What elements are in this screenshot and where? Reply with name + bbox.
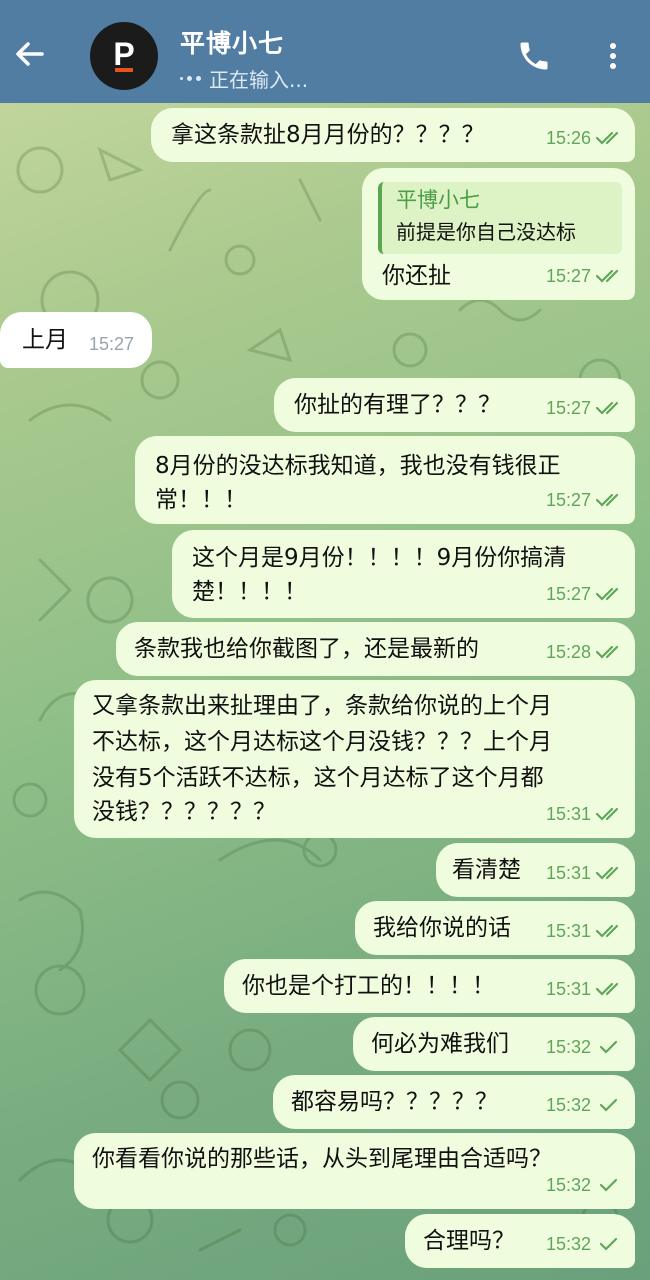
typing-status: 正在输入... (180, 64, 308, 93)
message-bubble[interactable]: 看清楚 15:31 (436, 843, 635, 897)
message-bubble[interactable]: 拿这条款扯8月月份的？？？？ 15:26 (151, 108, 635, 162)
reply-quote-text: 前提是你自己没达标 (396, 220, 576, 244)
message-text: 条款我也给你截图了，还是最新的 (134, 636, 479, 662)
single-check-icon (599, 1040, 618, 1054)
message-text: 我给你说的话 (373, 915, 511, 941)
arrow-left-icon[interactable] (12, 36, 48, 72)
single-check-icon (599, 1178, 618, 1192)
message-bubble[interactable]: 你也是个打工的！！！！ 15:31 (224, 959, 635, 1013)
message-time: 15:31 (545, 804, 591, 824)
message-time: 15:27 (545, 584, 591, 604)
double-check-icon (595, 866, 619, 880)
message-text: 上月 (22, 327, 68, 353)
reply-quote-name: 平博小七 (396, 188, 480, 212)
message-bubble[interactable]: 我给你说的话 15:31 (355, 901, 635, 955)
message-time: 15:32 (545, 1037, 591, 1057)
typing-status-text: 正在输入... (209, 68, 309, 92)
message-time: 15:32 (545, 1175, 591, 1195)
message-text-line: 没有5个活跃不达标，这个月达标了这个月都 (92, 765, 544, 791)
contact-name: 平博小七 (180, 29, 285, 58)
message-text: 你看看你说的那些话，从头到尾理由合适吗？ (92, 1146, 552, 1172)
message-time: 15:26 (545, 128, 591, 148)
message-bubble[interactable]: 8月份的没达标我知道，我也没有钱很正 常！！！ 15:27 (135, 436, 635, 524)
more-vertical-icon[interactable] (598, 38, 628, 74)
message-bubble[interactable]: 你看看你说的那些话，从头到尾理由合适吗？ 15:32 (74, 1133, 635, 1209)
message-time: 15:27 (88, 334, 134, 354)
message-time: 15:32 (545, 1095, 591, 1115)
message-text-line: 又拿条款出来扯理由了，条款给你说的上个月 (92, 693, 552, 719)
avatar-letter: P (113, 36, 134, 72)
message-text: 看清楚 (452, 857, 521, 883)
single-check-icon (599, 1098, 618, 1112)
message-text-line: 楚！！！！ (192, 579, 307, 605)
double-check-icon (595, 807, 619, 821)
phone-icon[interactable] (516, 38, 552, 74)
message-time: 15:31 (545, 979, 591, 999)
double-check-icon (595, 924, 619, 938)
double-check-icon (595, 982, 619, 996)
chat-header: P 平博小七 正在输入... (0, 0, 650, 103)
message-text: 都容易吗？？？？？ (291, 1089, 498, 1115)
message-time: 15:27 (545, 398, 591, 418)
message-text: 合理吗？ (423, 1228, 515, 1254)
message-bubble[interactable]: 都容易吗？？？？？ 15:32 (273, 1075, 635, 1129)
message-text-line: 不达标，这个月达标这个月没钱？？？上个月 (92, 729, 552, 755)
message-time: 15:27 (545, 490, 591, 510)
message-text: 你扯的有理了？？？ (294, 392, 501, 418)
double-check-icon (595, 493, 619, 507)
message-time: 15:31 (545, 863, 591, 883)
message-bubble[interactable]: 合理吗？ 15:32 (405, 1214, 635, 1268)
double-check-icon (595, 269, 619, 283)
double-check-icon (595, 401, 619, 415)
message-bubble[interactable]: 又拿条款出来扯理由了，条款给你说的上个月 不达标，这个月达标这个月没钱？？？上个… (74, 680, 635, 838)
message-text-line: 8月份的没达标我知道，我也没有钱很正 (155, 453, 561, 479)
message-bubble[interactable]: 何必为难我们 15:32 (353, 1017, 635, 1071)
message-bubble[interactable]: 这个月是9月份！！！！9月份你搞清 楚！！！！ 15:27 (172, 530, 635, 618)
message-text: 你还扯 (382, 263, 451, 289)
message-text-line: 常！！！ (155, 487, 247, 513)
double-check-icon (595, 131, 619, 145)
message-time: 15:27 (545, 266, 591, 286)
message-time: 15:31 (545, 921, 591, 941)
single-check-icon (599, 1237, 618, 1251)
typing-dots-icon (180, 76, 201, 81)
message-text-line: 没钱？？？？？？ (92, 799, 276, 825)
message-bubble[interactable]: 条款我也给你截图了，还是最新的 15:28 (116, 622, 635, 676)
message-text: 你也是个打工的！！！！ (242, 973, 495, 999)
reply-quote[interactable]: 平博小七 前提是你自己没达标 (378, 182, 622, 254)
double-check-icon (595, 587, 619, 601)
message-bubble[interactable]: 你扯的有理了？？？ 15:27 (274, 378, 635, 432)
message-text: 何必为难我们 (371, 1031, 509, 1057)
message-time: 15:28 (545, 642, 591, 662)
message-time: 15:32 (545, 1234, 591, 1254)
message-bubble[interactable]: 平博小七 前提是你自己没达标 你还扯 15:27 (362, 168, 635, 300)
message-text: 拿这条款扯8月月份的？？？？ (171, 122, 485, 148)
avatar[interactable]: P (90, 22, 158, 90)
message-text-line: 这个月是9月份！！！！9月份你搞清 (192, 545, 567, 571)
message-bubble[interactable]: 上月 15:27 (0, 312, 152, 368)
double-check-icon (595, 645, 619, 659)
